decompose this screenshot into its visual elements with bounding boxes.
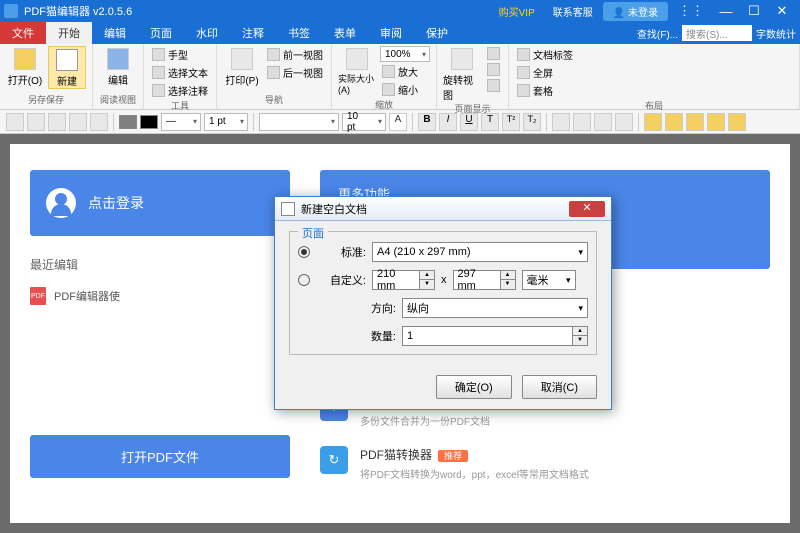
standard-label: 标准:: [316, 244, 366, 260]
count-label: 数量:: [366, 328, 396, 344]
count-spinner[interactable]: 1▲▼: [402, 326, 588, 346]
height-spinner[interactable]: 297 mm▲▼: [453, 270, 516, 290]
ok-button[interactable]: 确定(O): [436, 375, 512, 399]
cancel-button[interactable]: 取消(C): [522, 375, 597, 399]
dialog-close-button[interactable]: ✕: [569, 201, 605, 217]
dialog-title: 新建空白文档: [301, 201, 367, 217]
width-spinner[interactable]: 210 mm▲▼: [372, 270, 435, 290]
orient-combo[interactable]: 纵向: [402, 298, 588, 318]
dialog-backdrop: 新建空白文档 ✕ 页面 标准: A4 (210 x 297 mm) 自定义: 2…: [0, 0, 800, 533]
paper-size-combo[interactable]: A4 (210 x 297 mm): [372, 242, 588, 262]
page-section-label: 页面: [298, 225, 328, 241]
dialog-titlebar[interactable]: 新建空白文档 ✕: [275, 197, 611, 221]
custom-radio[interactable]: [298, 274, 310, 286]
unit-combo[interactable]: 毫米: [522, 270, 576, 290]
orient-label: 方向:: [366, 300, 396, 316]
standard-radio[interactable]: [298, 246, 310, 258]
dialog-icon: [281, 202, 295, 216]
new-blank-dialog: 新建空白文档 ✕ 页面 标准: A4 (210 x 297 mm) 自定义: 2…: [274, 196, 612, 410]
custom-label: 自定义:: [316, 272, 366, 288]
